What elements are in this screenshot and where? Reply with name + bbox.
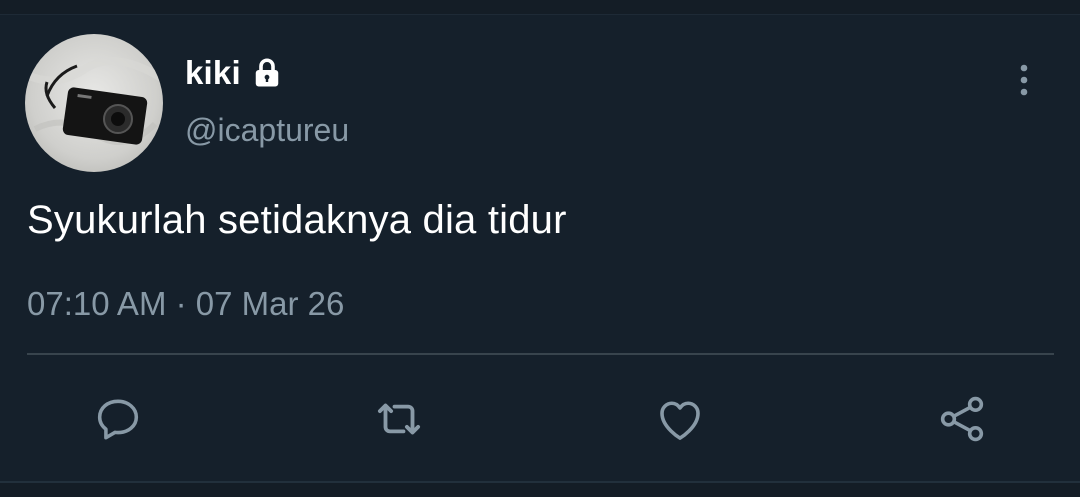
reply-button[interactable]: [91, 392, 145, 446]
divider: [27, 353, 1054, 355]
timestamp-separator: ·: [175, 285, 187, 322]
tweet-detail: kiki @icaptureu Syukurlah setidaknya dia…: [0, 15, 1080, 497]
tweet-text: Syukurlah setidaknya dia tidur: [27, 198, 567, 242]
lock-icon: [249, 55, 285, 91]
more-vertical-icon[interactable]: [1008, 63, 1040, 97]
author-name[interactable]: kiki: [185, 54, 241, 92]
avatar-image: [25, 34, 163, 172]
like-button[interactable]: [653, 392, 707, 446]
retweet-icon: [377, 403, 421, 435]
share-icon: [940, 396, 984, 442]
author-row: kiki: [185, 53, 285, 93]
share-button[interactable]: [935, 392, 989, 446]
top-separator: [0, 0, 1080, 15]
tweet-time: 07:10 AM: [27, 285, 167, 322]
tweet-date: 07 Mar 26: [195, 285, 345, 322]
reply-icon: [97, 399, 139, 440]
author-handle[interactable]: @icaptureu: [185, 112, 349, 149]
avatar[interactable]: [25, 34, 163, 172]
tweet-timestamp[interactable]: 07:10 AM · 07 Mar 26: [27, 285, 344, 323]
retweet-button[interactable]: [372, 392, 426, 446]
like-icon: [660, 401, 700, 440]
